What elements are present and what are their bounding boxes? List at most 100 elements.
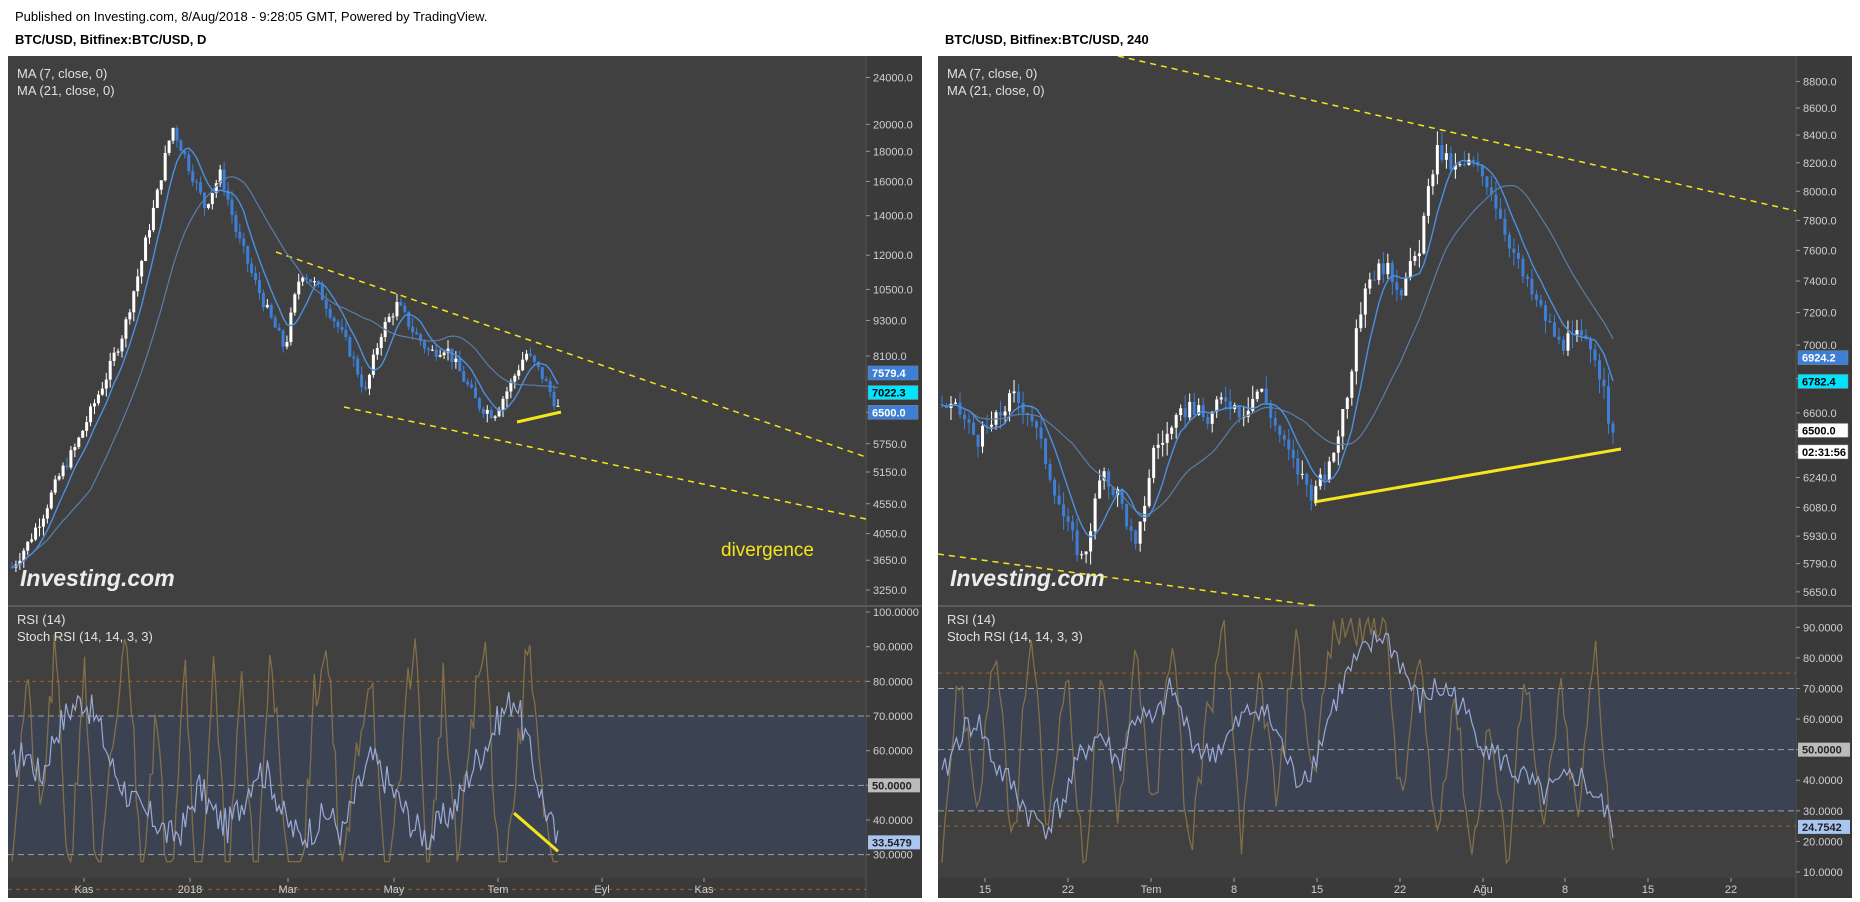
time-tick-label: 2018 (178, 884, 202, 896)
candle-body (1093, 498, 1097, 532)
candle-body (124, 319, 128, 339)
candle-body (57, 476, 61, 480)
candle-body (1381, 263, 1385, 275)
candle-body (309, 279, 313, 283)
candle-body (136, 276, 140, 292)
candle-body (81, 430, 85, 438)
candle-body (1323, 474, 1327, 481)
candle-body (1327, 461, 1331, 481)
candle-body (1512, 248, 1516, 253)
candle-body (116, 351, 120, 353)
candle-body (976, 434, 980, 447)
candle-body (265, 304, 269, 308)
candle-body (1188, 401, 1192, 418)
candle-body (1269, 403, 1273, 419)
candle-body (1552, 322, 1556, 337)
candle-body (972, 422, 976, 435)
candle-body (1170, 427, 1174, 434)
candle-body (415, 332, 419, 335)
candle-body (234, 215, 238, 232)
candle-body (1372, 279, 1376, 281)
price-tick-label: 6240.0 (1803, 472, 1837, 484)
candle-body (257, 280, 261, 293)
ma-legend: MA (21, close, 0) (947, 83, 1045, 98)
candle-body (1593, 349, 1597, 361)
rsi-tick-label: 40.0000 (873, 815, 913, 827)
candle-body (1264, 388, 1268, 404)
daily-chart[interactable]: 24000.0 20000.0 18000.0 16000.0 14000.0 12000… (8, 56, 922, 898)
price-tick-label: 5790.0 (1803, 559, 1837, 571)
price-tick-label: 3650.0 (873, 555, 907, 567)
candle-body (1444, 153, 1448, 160)
price-label: 6924.2 (1802, 353, 1836, 365)
candle-body (104, 379, 108, 389)
candle-body (434, 349, 438, 357)
candle-body (273, 317, 277, 328)
candle-body (1597, 360, 1601, 380)
candle-body (454, 358, 458, 363)
candle-body (1044, 438, 1048, 465)
candle-body (1449, 153, 1453, 170)
candle-body (175, 128, 179, 141)
candle-body (999, 412, 1003, 416)
price-tick-label: 7400.0 (1803, 276, 1837, 288)
chart-title-daily: BTC/USD, Bitfinex:BTC/USD, D (15, 32, 207, 47)
candle-body (544, 379, 548, 382)
candle-body (246, 246, 250, 264)
candle-body (1237, 405, 1241, 418)
candle-body (289, 312, 293, 343)
time-tick-label: 22 (1394, 884, 1406, 896)
candle-body (1080, 554, 1084, 556)
candle-body (1206, 416, 1210, 424)
candle-body (1417, 253, 1421, 257)
candle-body (1138, 521, 1142, 544)
price-tick-label: 8600.0 (1803, 103, 1837, 115)
rsi-tick-label: 60.0000 (1803, 714, 1843, 726)
candle-body (954, 402, 958, 404)
candle-body (195, 181, 199, 183)
four-hour-chart[interactable]: 8800.0 8600.0 8400.0 8200.0 8000.0 7800.0 7600… (938, 56, 1852, 898)
candle-body (1539, 299, 1543, 306)
candle-body (375, 348, 379, 355)
candle-body (1273, 418, 1277, 426)
candle-body (281, 330, 285, 347)
ma-legend: MA (7, close, 0) (17, 66, 107, 81)
price-label: 6782.4 (1802, 376, 1837, 388)
candle-body (1071, 521, 1075, 531)
candle-body (61, 465, 65, 477)
time-tick-label: Tem (488, 884, 509, 896)
candle-body (1386, 262, 1390, 275)
candle-body (403, 305, 407, 312)
candle-body (1390, 262, 1394, 283)
candle-body (1480, 165, 1484, 177)
price-tick-label: 7800.0 (1803, 215, 1837, 227)
divergence-annotation: divergence (721, 540, 814, 561)
candle-body (1530, 279, 1534, 295)
candle-body (529, 353, 533, 356)
candle-body (1516, 252, 1520, 259)
candle-body (466, 381, 470, 385)
candle-body (1008, 393, 1012, 412)
candle-body (147, 230, 151, 238)
candle-body (206, 204, 210, 208)
price-tick-label: 5650.0 (1803, 587, 1837, 599)
time-tick-label: Mar (279, 884, 298, 896)
candle-body (489, 409, 493, 419)
candle-body (1503, 218, 1507, 235)
candle-body (1588, 338, 1592, 350)
candle-body (210, 192, 214, 205)
candle-body (1395, 282, 1399, 290)
candle-body (1404, 277, 1408, 296)
candle-body (525, 353, 529, 360)
price-tick-label: 3250.0 (873, 585, 907, 597)
time-tick-label: 15 (979, 884, 991, 896)
candle-body (1561, 339, 1565, 351)
rsi-tick-label: 80.0000 (873, 676, 913, 688)
investing-watermark: Investing.com (950, 565, 1105, 591)
candle-body (171, 128, 175, 141)
candle-body (1548, 320, 1552, 323)
rsi-tick-label: 70.0000 (1803, 683, 1843, 695)
candle-body (49, 492, 53, 509)
candle-body (1048, 464, 1052, 480)
candle-body (532, 355, 536, 362)
